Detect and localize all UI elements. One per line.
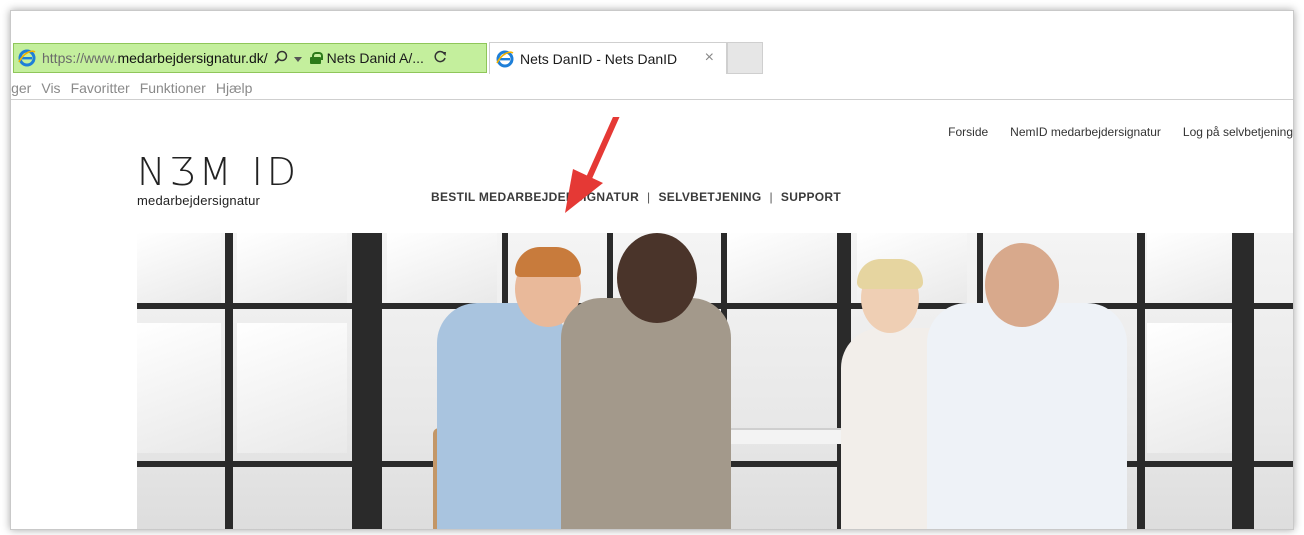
tab-nets-danid[interactable]: Nets DanID - Nets DanID × [489,42,727,74]
internet-explorer-icon [496,50,514,68]
certificate-label: Nets Danid A/... [326,50,424,66]
logo-title: NƷM ID [137,150,301,194]
chevron-down-icon[interactable] [293,51,302,66]
topnav-link-medarbejdersignatur[interactable]: NemID medarbejdersignatur [1010,125,1161,139]
menu-bar: iger Vis Favoritter Funktioner Hjælp [11,76,1293,100]
menu-item-tools[interactable]: Funktioner [140,80,206,96]
lock-icon [309,52,323,64]
nav-link-selvbetjening[interactable]: SELVBETJENING [658,190,761,204]
hero-image [137,233,1293,529]
topnav-link-selvbetjening-login[interactable]: Log på selvbetjening [1183,125,1293,139]
close-icon[interactable]: × [705,49,714,67]
menu-item-favorites[interactable]: Favoritter [71,80,130,96]
screenshot-frame: https://www.medarbejdersignatur.dk/ Nets… [10,10,1294,530]
nav-separator: | [769,190,773,204]
topnav-link-forside[interactable]: Forside [948,125,988,139]
web-page: Forside NemID medarbejdersignatur Log på… [11,101,1293,529]
logo-subtitle: medarbejdersignatur [137,193,261,208]
nemid-logo[interactable]: NƷM ID medarbejdersignatur [137,153,300,208]
nav-link-support[interactable]: SUPPORT [781,190,841,204]
nav-link-bestil[interactable]: BESTIL MEDARBEJDERSIGNATUR [431,190,639,204]
security-report-button[interactable]: Nets Danid A/... [309,50,424,66]
top-navigation: Forside NemID medarbejdersignatur Log på… [948,125,1293,139]
menu-item-view[interactable]: Vis [41,80,60,96]
nav-separator: | [647,190,651,204]
url-scheme: https://www. [42,50,118,66]
new-tab-button[interactable] [727,42,763,74]
internet-explorer-icon [18,49,36,67]
url-host: medarbejdersignatur.dk/ [117,50,268,66]
url-text[interactable]: https://www.medarbejdersignatur.dk/ [42,50,268,66]
address-bar[interactable]: https://www.medarbejdersignatur.dk/ Nets… [13,43,487,73]
refresh-icon[interactable] [434,50,447,66]
tab-title: Nets DanID - Nets DanID [520,50,678,67]
main-navigation: BESTIL MEDARBEJDERSIGNATUR | SELVBETJENI… [431,190,841,204]
menu-item-help[interactable]: Hjælp [216,80,253,96]
search-icon[interactable] [274,50,288,67]
menu-item-edit[interactable]: iger [11,80,31,96]
